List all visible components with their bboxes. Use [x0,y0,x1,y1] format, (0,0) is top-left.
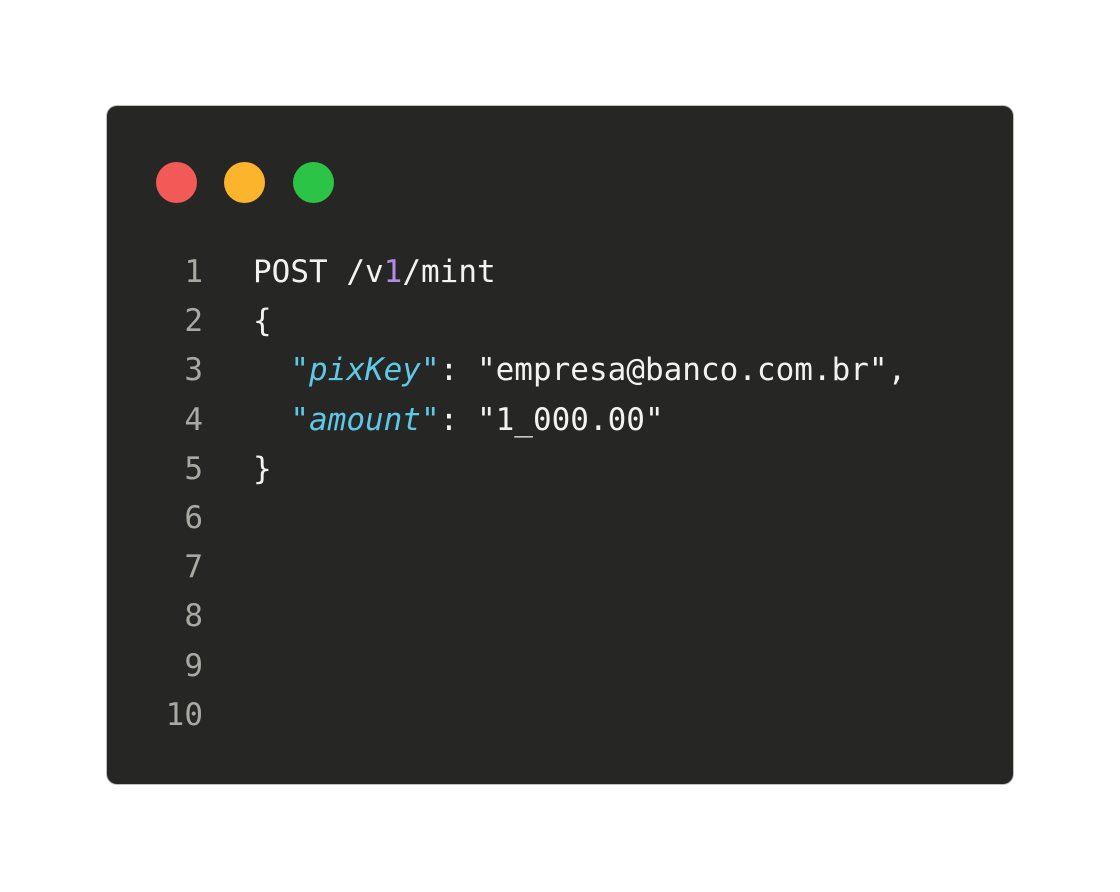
code-text: "pixKey": "empresa@banco.com.br", [253,346,906,395]
line-number: 6 [184,499,203,536]
code-text: "amount": "1_000.00" [253,396,664,445]
line-number: 4 [184,401,203,438]
maximize-button[interactable] [293,162,334,203]
minimize-button[interactable] [224,162,265,203]
code-window: 1 POST /v1/mint 2{3 "pixKey": "empresa@ban… [107,106,1013,784]
json-key: "amount" [290,401,440,438]
code-token: : "1_000.00" [439,401,664,438]
line-number: 7 [184,549,203,586]
line-number: 1 [184,254,203,290]
code-token: POST /v [253,254,384,290]
code-text: POST /v1/mint [253,248,496,297]
line-number: 3 [184,352,203,389]
highlighted-number: 1 [383,254,403,290]
code-token: /mint [402,254,496,290]
line-number: 2 [184,303,203,340]
line-number: 9 [184,647,203,684]
code-text: } [253,445,272,494]
code-token: } [253,450,272,487]
code-text: { [253,297,272,346]
line-number: 8 [184,598,203,635]
code-token: : "empresa@banco.com.br", [439,352,907,389]
code-token: { [253,303,272,340]
json-key: "pixKey" [290,352,440,389]
line-number: 5 [184,450,203,487]
line-number: 10 [165,696,203,733]
close-button[interactable] [156,162,197,203]
